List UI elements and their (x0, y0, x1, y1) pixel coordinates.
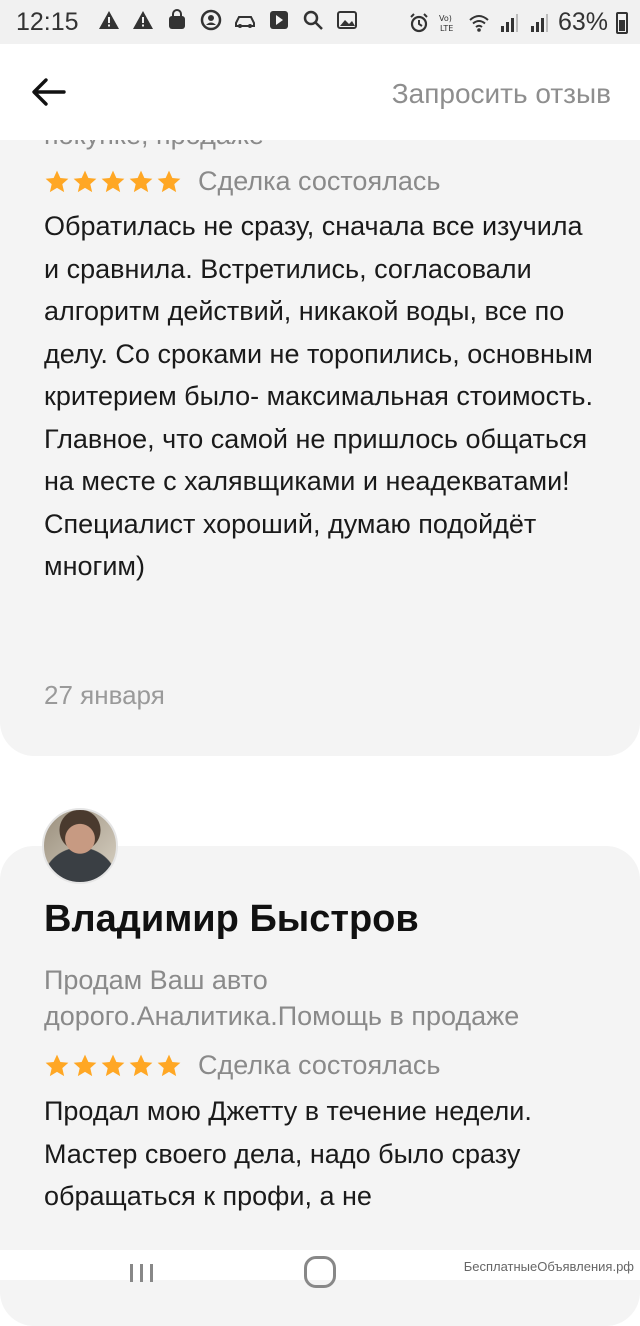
review-text: Обратилась не сразу, сначала все изучила… (44, 211, 594, 581)
alarm-icon (410, 12, 428, 32)
star-icon (129, 170, 153, 192)
system-icons: Vo) LTE 63% (408, 8, 628, 37)
bag-icon (169, 9, 185, 29)
star-icon (157, 170, 181, 192)
star-icon (45, 1054, 69, 1076)
star-icon (129, 1054, 153, 1076)
avatar[interactable] (42, 808, 118, 884)
battery-percent: 63% (557, 8, 608, 36)
svg-text:LTE: LTE (440, 24, 453, 33)
image-icon (337, 11, 357, 29)
arrow-left-icon[interactable] (30, 74, 70, 110)
svg-text:Vo): Vo) (439, 14, 452, 23)
recent-apps-icon[interactable] (128, 1260, 156, 1282)
signal-icon (530, 13, 548, 32)
notification-icons (98, 9, 358, 31)
warning-icon (99, 11, 119, 29)
star-rating (44, 1053, 182, 1079)
rating-row: Сделка состоялась (44, 166, 440, 197)
star-icon (157, 1054, 181, 1076)
reviewer-listing[interactable]: Продам Ваш авто дорого.Аналитика.Помощь … (44, 962, 604, 1034)
arrow-icon (270, 11, 288, 29)
review-date: 27 января (44, 680, 165, 710)
face-icon (200, 9, 222, 31)
deal-status: Сделка состоялась (198, 166, 441, 196)
signal-icon (500, 13, 518, 32)
status-bar: 12:15 Vo) LTE 63% (0, 0, 640, 44)
wifi-icon (469, 14, 489, 32)
star-rating (44, 169, 182, 195)
rating-row: Сделка состоялась (44, 1050, 440, 1081)
app-header: Запросить отзыв (0, 44, 640, 140)
warning-icon (133, 11, 153, 29)
star-icon (101, 170, 125, 192)
watermark: БесплатныеОбъявления.рф (463, 1259, 634, 1274)
star-icon (73, 1054, 97, 1076)
review-text: Продал мою Джетту в течение недели. Маст… (44, 1096, 532, 1211)
reviewer-name[interactable]: Владимир Быстров (44, 898, 419, 941)
star-icon (101, 1054, 125, 1076)
search-icon (303, 10, 323, 30)
star-icon (45, 170, 69, 192)
request-review-button[interactable]: Запросить отзыв (392, 78, 611, 110)
battery-icon (616, 11, 628, 34)
volte-icon: Vo)LTE (439, 14, 453, 33)
home-button[interactable] (304, 1256, 336, 1288)
car-icon (235, 16, 255, 28)
deal-status: Сделка состоялась (198, 1050, 441, 1080)
status-time: 12:15 (16, 8, 79, 36)
star-icon (73, 170, 97, 192)
